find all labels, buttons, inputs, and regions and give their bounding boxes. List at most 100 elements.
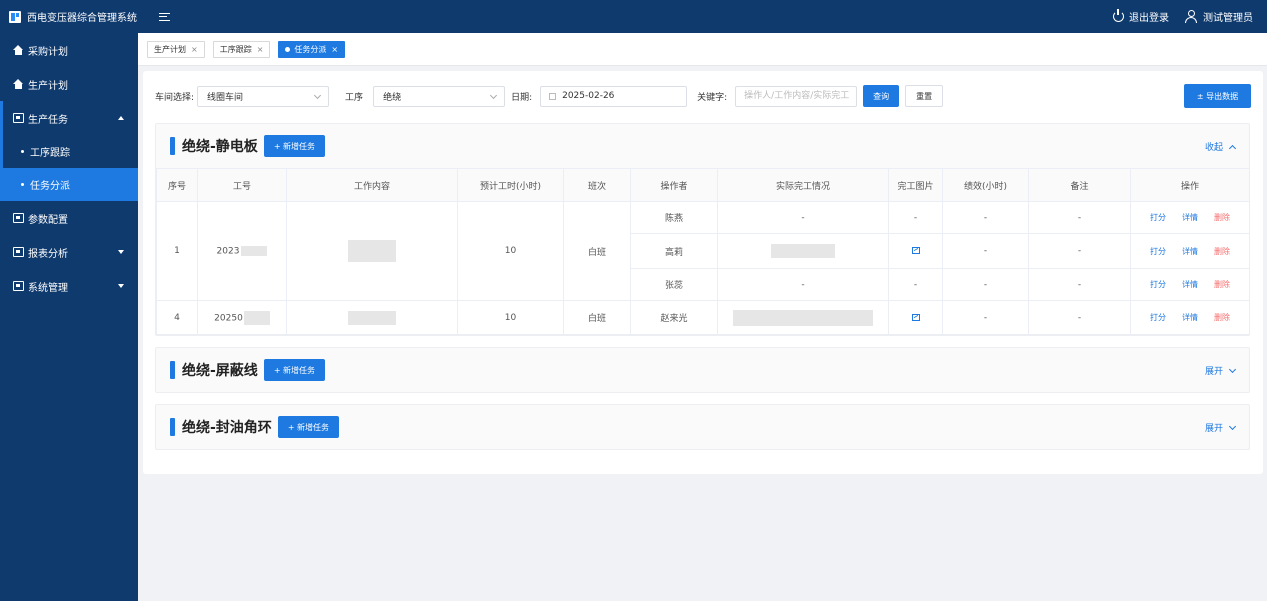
keyword-input[interactable] — [735, 85, 858, 107]
tab-production-plan[interactable]: 生产计划 × — [147, 40, 205, 58]
tab-task-dispatch[interactable]: 任务分派 × — [278, 40, 346, 58]
sidebar-item-production-plan[interactable]: 生产计划 — [0, 67, 138, 101]
column-header: 完工图片 — [888, 168, 943, 202]
logout-button[interactable]: 退出登录 — [1129, 9, 1169, 24]
chevron-down-icon — [118, 284, 124, 288]
chevron-down-icon — [314, 91, 322, 99]
section-oil-ring: 绝绕-封油角环 + 新增任务 展开 — [155, 404, 1250, 450]
row-work-content — [286, 300, 458, 335]
chevron-up-icon — [118, 116, 124, 120]
date-value: 2025-02-26 — [562, 91, 615, 101]
image-icon[interactable] — [911, 313, 920, 321]
date-picker[interactable]: 2025-02-26 — [540, 85, 688, 107]
search-button[interactable]: 查询 — [863, 85, 900, 107]
row-perf: - — [942, 300, 1029, 335]
row-shift: 白班 — [563, 201, 631, 301]
chevron-down-icon — [1228, 365, 1237, 373]
sidebar-item-reports[interactable]: 报表分析 — [0, 235, 138, 269]
workshop-select[interactable]: 线圈车间 — [197, 85, 330, 107]
sidebar-item-label: 生产计划 — [28, 80, 68, 92]
column-header: 绩效(小时) — [942, 168, 1029, 202]
tab-label: 任务分派 — [294, 44, 327, 54]
process-select[interactable]: 绝绕 — [373, 85, 506, 107]
score-button[interactable]: 打分 — [1150, 280, 1166, 289]
sidebar-item-label: 报表分析 — [28, 248, 68, 260]
add-task-button[interactable]: + 新增任务 — [277, 416, 340, 438]
task-table: 序号 工号 工作内容 预计工时(小时) 班次 操作者 实际完工情况 完工图片 绩… — [156, 168, 1250, 335]
column-header: 工号 — [197, 168, 287, 202]
expand-toggle[interactable]: 展开 — [1204, 364, 1237, 377]
image-icon[interactable] — [911, 247, 920, 254]
sidebar-subitem-process-tracking[interactable]: 工序跟踪 — [3, 135, 138, 168]
detail-button[interactable]: 详情 — [1182, 247, 1198, 256]
section-shield-wire: 绝绕-屏蔽线 + 新增任务 展开 — [155, 347, 1250, 393]
row-operator: 张蕊 — [630, 268, 718, 301]
row-perf: - — [942, 268, 1029, 301]
chevron-down-icon — [490, 91, 498, 99]
close-icon[interactable]: × — [191, 45, 198, 54]
detail-button[interactable]: 详情 — [1182, 280, 1198, 289]
section-title: 绝绕-屏蔽线 — [182, 363, 258, 379]
add-task-button[interactable]: + 新增任务 — [263, 135, 326, 157]
settings-icon — [13, 213, 24, 223]
delete-button[interactable]: 删除 — [1214, 247, 1230, 256]
row-actions: 打分 详情 删除 — [1130, 300, 1250, 335]
row-operator: 赵来光 — [630, 300, 718, 335]
section-header: 绝绕-屏蔽线 + 新增任务 展开 — [156, 348, 1249, 392]
expand-toggle[interactable]: 展开 — [1205, 421, 1237, 434]
chevron-down-icon — [118, 250, 124, 254]
sidebar-subitem-label: 工序跟踪 — [30, 148, 70, 159]
monitor-icon — [13, 281, 24, 291]
power-icon[interactable] — [1113, 9, 1124, 22]
top-bar: 西电变压器综合管理系统 退出登录 测试管理员 — [0, 0, 1267, 33]
row-job-no: 2023 — [197, 201, 287, 301]
toggle-label: 展开 — [1204, 367, 1223, 377]
redacted-block — [241, 245, 268, 256]
sidebar-item-production-task[interactable]: 生产任务 — [3, 101, 138, 135]
score-button[interactable]: 打分 — [1150, 213, 1166, 222]
keyword-label: 关键字: — [697, 92, 728, 103]
workshop-value: 线圈车间 — [207, 92, 244, 103]
calendar-icon — [549, 92, 557, 100]
workshop-label: 车间选择: — [155, 92, 195, 103]
detail-button[interactable]: 详情 — [1182, 313, 1198, 322]
user-icon[interactable] — [1185, 10, 1197, 23]
sidebar-subitem-task-dispatch[interactable]: 任务分派 — [3, 168, 138, 201]
table-row: 1 2023 10 白班 陈燕 - - - - 打分 详情 删除 — [156, 201, 1250, 301]
row-actual: - — [717, 268, 889, 301]
row-hours: 10 — [457, 300, 564, 335]
score-button[interactable]: 打分 — [1150, 247, 1166, 256]
chevron-down-icon — [1228, 422, 1237, 430]
close-icon[interactable]: × — [257, 45, 264, 54]
sidebar-group-production-task: 生产任务 工序跟踪 任务分派 — [0, 101, 138, 201]
table-header-row: 序号 工号 工作内容 预计工时(小时) 班次 操作者 实际完工情况 完工图片 绩… — [156, 168, 1250, 202]
section-title: 绝绕-封油角环 — [182, 420, 272, 436]
redacted-block — [243, 310, 270, 325]
sidebar-item-system[interactable]: 系统管理 — [0, 269, 138, 303]
detail-button[interactable]: 详情 — [1182, 213, 1198, 222]
row-image: - — [888, 201, 943, 234]
row-actions: 打分 详情 删除 — [1130, 268, 1250, 301]
row-operator: 高莉 — [630, 233, 718, 269]
sidebar-item-label: 生产任务 — [28, 114, 68, 126]
row-work-content — [286, 201, 458, 301]
sidebar-item-params[interactable]: 参数配置 — [0, 201, 138, 235]
tab-process-tracking[interactable]: 工序跟踪 × — [212, 40, 271, 58]
collapse-toggle[interactable]: 收起 — [1205, 140, 1237, 153]
close-icon[interactable]: × — [331, 45, 338, 54]
row-index: 4 — [156, 300, 198, 335]
score-button[interactable]: 打分 — [1150, 313, 1166, 322]
menu-toggle-icon[interactable] — [159, 12, 170, 21]
add-task-button[interactable]: + 新增任务 — [263, 359, 326, 381]
user-name[interactable]: 测试管理员 — [1203, 9, 1253, 24]
delete-button[interactable]: 删除 — [1214, 280, 1230, 289]
sidebar-item-purchase-plan[interactable]: 采购计划 — [0, 33, 138, 67]
bullet-icon — [21, 150, 24, 153]
section-static-plate: 绝绕-静电板 + 新增任务 收起 序号 工号 工作内容 预计工时(小时) 班次 … — [155, 123, 1250, 336]
delete-button[interactable]: 删除 — [1214, 213, 1230, 222]
export-button[interactable]: ± 导出数据 — [1184, 84, 1251, 108]
delete-button[interactable]: 删除 — [1214, 313, 1230, 322]
process-label: 工序 — [345, 92, 364, 103]
tab-label: 生产计划 — [154, 44, 186, 54]
reset-button[interactable]: 重置 — [905, 85, 944, 107]
